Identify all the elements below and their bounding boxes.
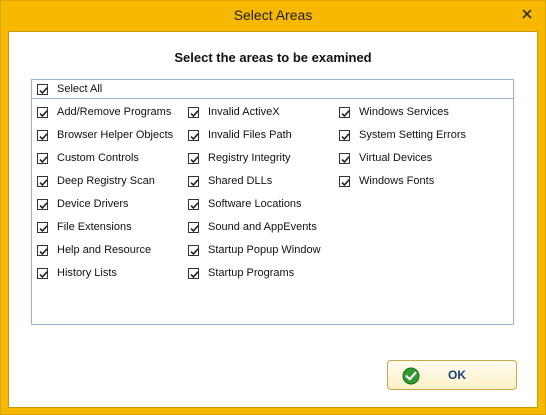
checkmark-icon: [39, 178, 48, 186]
checkmark-icon: [190, 270, 199, 278]
area-checkbox-label: Shared DLLs: [208, 175, 273, 187]
checkbox-box[interactable]: [188, 175, 199, 187]
area-checkbox-label: System Setting Errors: [359, 129, 466, 141]
ok-button[interactable]: OK: [387, 360, 517, 390]
checkbox-box[interactable]: [339, 129, 350, 141]
area-checkbox-label: File Extensions: [57, 221, 132, 233]
checkbox-box[interactable]: [37, 106, 48, 118]
area-checkbox[interactable]: Software Locations: [188, 196, 302, 212]
checkmark-icon: [190, 109, 199, 117]
ok-button-label: OK: [448, 368, 466, 382]
area-checkbox-label: Startup Popup Window: [208, 244, 321, 256]
area-checkbox[interactable]: Startup Popup Window: [188, 242, 321, 258]
checkmark-icon: [39, 224, 48, 232]
checkmark-icon: [39, 247, 48, 255]
area-checkbox[interactable]: Deep Registry Scan: [37, 173, 155, 189]
area-checkbox[interactable]: Browser Helper Objects: [37, 127, 173, 143]
checkbox-box[interactable]: [37, 221, 48, 233]
checkbox-box[interactable]: [37, 198, 48, 210]
close-icon: [522, 9, 532, 19]
checkmark-icon: [341, 155, 350, 163]
areas-panel: Select All Add/Remove Programs Browser He…: [31, 79, 514, 325]
area-checkbox-label: Windows Services: [359, 106, 449, 118]
area-checkbox[interactable]: Custom Controls: [37, 150, 139, 166]
area-checkbox[interactable]: File Extensions: [37, 219, 132, 235]
checkbox-box[interactable]: [188, 244, 199, 256]
window-title: Select Areas: [233, 7, 313, 23]
select-all-label: Select All: [57, 83, 103, 95]
dialog-content: Select the areas to be examined Select A…: [8, 31, 538, 408]
area-checkbox-label: Windows Fonts: [359, 175, 435, 187]
area-checkbox[interactable]: Startup Programs: [188, 265, 294, 281]
checkmark-icon: [190, 178, 199, 186]
checkbox-box[interactable]: [188, 106, 199, 118]
checkbox-box[interactable]: [37, 152, 48, 164]
area-checkbox[interactable]: Shared DLLs: [188, 173, 272, 189]
area-checkbox-label: Deep Registry Scan: [57, 175, 155, 187]
checkbox-box[interactable]: [339, 175, 350, 187]
area-checkbox[interactable]: Registry Integrity: [188, 150, 291, 166]
checkmark-icon: [39, 132, 48, 140]
checkbox-box[interactable]: [188, 198, 199, 210]
checkbox-box[interactable]: [339, 106, 350, 118]
area-checkbox[interactable]: Virtual Devices: [339, 150, 432, 166]
checkmark-icon: [341, 132, 350, 140]
area-checkbox[interactable]: Add/Remove Programs: [37, 104, 171, 120]
dialog-window: Select Areas Select the areas to be exam…: [0, 0, 546, 415]
title-bar[interactable]: Select Areas: [1, 1, 545, 31]
area-checkbox-label: Device Drivers: [57, 198, 129, 210]
checkbox-box[interactable]: [37, 267, 48, 279]
checkmark-icon: [190, 155, 199, 163]
area-checkbox-label: Browser Helper Objects: [57, 129, 174, 141]
checkmark-icon: [190, 132, 199, 140]
area-checkbox-label: Sound and AppEvents: [208, 221, 317, 233]
checkbox-box[interactable]: [188, 129, 199, 141]
checkmark-icon: [39, 155, 48, 163]
checkmark-icon: [39, 270, 48, 278]
area-checkbox[interactable]: Device Drivers: [37, 196, 129, 212]
area-checkbox[interactable]: Invalid ActiveX: [188, 104, 280, 120]
area-checkbox-label: Registry Integrity: [208, 152, 291, 164]
area-checkbox-label: Startup Programs: [208, 267, 295, 279]
checkmark-icon: [341, 178, 350, 186]
area-checkbox-label: Help and Resource: [57, 244, 152, 256]
select-all-row: Select All: [32, 80, 513, 99]
area-checkbox[interactable]: Sound and AppEvents: [188, 219, 317, 235]
area-checkbox-label: Custom Controls: [57, 152, 139, 164]
area-checkbox-label: Add/Remove Programs: [57, 106, 172, 118]
checkbox-box[interactable]: [188, 152, 199, 164]
checkbox-box[interactable]: [37, 244, 48, 256]
area-checkbox[interactable]: Windows Fonts: [339, 173, 434, 189]
checkmark-icon: [39, 109, 48, 117]
checkbox-box[interactable]: [339, 152, 350, 164]
dialog-heading: Select the areas to be examined: [174, 50, 372, 65]
checkmark-icon: [39, 86, 48, 94]
checkbox-box[interactable]: [37, 83, 48, 95]
area-checkbox[interactable]: Invalid Files Path: [188, 127, 292, 143]
area-checkbox-label: Virtual Devices: [359, 152, 433, 164]
area-checkbox[interactable]: System Setting Errors: [339, 127, 466, 143]
area-checkbox-label: Invalid Files Path: [208, 129, 292, 141]
checkmark-icon: [190, 247, 199, 255]
checkmark-icon: [190, 201, 199, 209]
checkbox-box[interactable]: [37, 129, 48, 141]
checkbox-box[interactable]: [37, 175, 48, 187]
area-checkbox-label: Invalid ActiveX: [208, 106, 280, 118]
close-button[interactable]: [515, 4, 539, 24]
area-checkbox-label: Software Locations: [208, 198, 302, 210]
checkmark-icon: [39, 201, 48, 209]
checkmark-icon: [341, 109, 350, 117]
area-checkbox-label: History Lists: [57, 267, 117, 279]
checkmark-icon: [190, 224, 199, 232]
area-checkbox[interactable]: Windows Services: [339, 104, 449, 120]
checkbox-box[interactable]: [188, 267, 199, 279]
area-checkbox[interactable]: History Lists: [37, 265, 117, 281]
select-all-checkbox[interactable]: Select All: [37, 81, 102, 97]
area-checkbox[interactable]: Help and Resource: [37, 242, 151, 258]
checkbox-box[interactable]: [188, 221, 199, 233]
